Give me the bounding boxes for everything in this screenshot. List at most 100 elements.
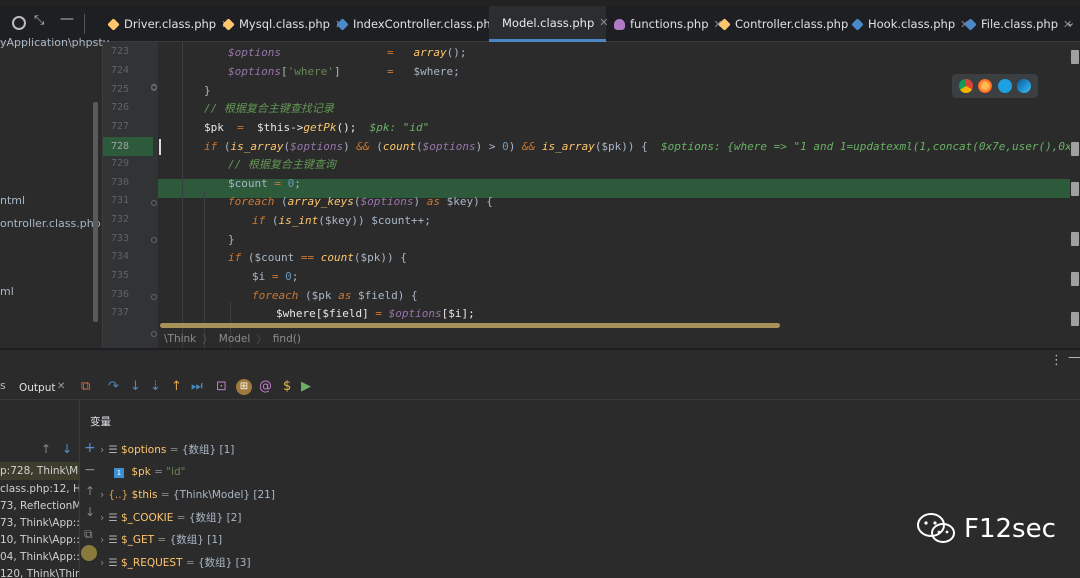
fold-icon[interactable]	[151, 85, 157, 91]
line-number[interactable]: 734	[103, 251, 153, 262]
breadcrumb-item[interactable]: find()	[273, 333, 301, 345]
tab-mysql[interactable]: Mysql.class.php✕	[215, 6, 344, 42]
scroll-marker[interactable]	[1071, 182, 1079, 196]
line-number[interactable]: 728	[103, 137, 153, 156]
down-icon[interactable]: ↓	[85, 505, 95, 519]
project-panel: yApplication\phpstu ntml ontroller.class…	[0, 36, 110, 348]
scroll-marker[interactable]	[1071, 142, 1079, 156]
horizontal-scrollbar[interactable]	[160, 323, 780, 328]
variable-row[interactable]: 1 $pk = "id"	[114, 463, 186, 481]
tab-output[interactable]: Output	[19, 382, 55, 394]
line-number[interactable]: 723	[103, 46, 153, 57]
firefox-icon[interactable]	[978, 79, 993, 93]
resume-icon[interactable]: ▶	[301, 379, 311, 394]
dollar-icon[interactable]: $	[283, 379, 291, 394]
down-arrow-icon[interactable]: ↓	[62, 442, 72, 456]
line-number[interactable]: 731	[103, 195, 153, 206]
chevron-right-icon[interactable]: ›	[100, 534, 104, 546]
variable-row[interactable]: › ☰ $_REQUEST = {数组} [3]	[100, 554, 251, 572]
frame-item[interactable]: p:728, Think\Mode	[0, 462, 79, 480]
variable-row[interactable]: › ☰ $_GET = {数组} [1]	[100, 531, 222, 549]
line-number[interactable]: 730	[103, 177, 153, 188]
project-scrollbar[interactable]	[93, 102, 98, 322]
up-icon[interactable]: ↑	[85, 484, 95, 498]
tab-indexcontroller[interactable]: IndexController.class.php✕	[329, 6, 512, 42]
tab-model[interactable]: Model.class.php ✕	[489, 6, 609, 42]
chevron-right-icon[interactable]: ›	[100, 557, 104, 569]
step-out-icon[interactable]: ↑	[171, 379, 182, 394]
run-to-cursor-icon[interactable]: ⏭	[191, 379, 203, 394]
code-line-734: if ($count == count($pk)) {	[228, 251, 407, 264]
line-number[interactable]: 725	[103, 84, 153, 95]
tab-label: IndexController.class.php	[353, 17, 498, 31]
fold-icon[interactable]	[151, 200, 157, 206]
tab-functions[interactable]: functions.php✕	[606, 6, 723, 42]
chevron-down-icon[interactable]: ⌄	[1066, 16, 1075, 29]
tab-controller[interactable]: Controller.class.php✕	[711, 6, 862, 42]
chevron-right-icon[interactable]: ›	[100, 512, 104, 524]
project-item[interactable]: ontroller.class.php	[0, 217, 101, 230]
frame-item[interactable]: 73, Think\App::in	[0, 514, 79, 532]
editor-tab-bar: ⤡ — Driver.class.php✕ Mysql.class.php✕ I…	[0, 6, 1080, 42]
code-editor[interactable]: $options = array(); $options['where'] = …	[158, 42, 1070, 348]
breadcrumb-item[interactable]: Model	[219, 333, 251, 345]
close-icon[interactable]: ✕	[57, 381, 65, 392]
settings-icon[interactable]	[81, 545, 97, 561]
variable-row[interactable]: › {..} $this = {Think\Model} [21]	[100, 486, 275, 504]
chevron-right-icon[interactable]: ›	[100, 489, 104, 501]
force-step-into-icon[interactable]: ⇣	[150, 379, 161, 394]
evaluate-icon[interactable]: ⊡	[216, 379, 227, 394]
step-into-icon[interactable]: ↓	[130, 379, 141, 394]
copy-icon[interactable]: ⧉	[84, 527, 93, 542]
line-number[interactable]: 724	[103, 65, 153, 76]
chevron-right-icon[interactable]: ›	[100, 444, 104, 456]
line-number[interactable]: 736	[103, 289, 153, 300]
step-over-icon[interactable]: ↷	[108, 379, 119, 394]
minimize-panel-icon[interactable]: —	[1068, 350, 1080, 365]
frame-item[interactable]: 10, Think\App::e	[0, 531, 79, 549]
code-line-727: $pk = $this->getPk(); $pk: "id"	[204, 121, 430, 134]
tab-hook[interactable]: Hook.class.php✕	[844, 6, 969, 42]
more-options-icon[interactable]: ⋮	[1050, 353, 1063, 368]
ie-icon[interactable]	[997, 79, 1012, 93]
scroll-marker[interactable]	[1071, 312, 1079, 326]
line-number[interactable]: 732	[103, 214, 153, 225]
frame-item[interactable]: 04, Think\App::ru	[0, 548, 79, 566]
breadcrumb-item[interactable]: \Think	[164, 333, 196, 345]
collapse-icon[interactable]: ⤡	[34, 13, 44, 28]
tab-file[interactable]: File.class.php ✕	[957, 6, 1072, 42]
frame-item[interactable]: class.php:12, Ho	[0, 480, 79, 498]
up-arrow-icon[interactable]: ↑	[41, 442, 51, 456]
minimize-icon[interactable]: —	[60, 11, 74, 27]
scroll-marker[interactable]	[1071, 50, 1079, 64]
variable-row[interactable]: › ☰ $options = {数组} [1]	[100, 441, 234, 459]
line-number[interactable]: 737	[103, 307, 153, 318]
fold-icon[interactable]	[151, 331, 157, 337]
variable-row[interactable]: › ☰ $_COOKIE = {数组} [2]	[100, 509, 241, 527]
line-number[interactable]: 726	[103, 102, 153, 113]
edge-icon[interactable]	[1017, 79, 1032, 93]
restore-layout-icon[interactable]: ⧉	[81, 379, 90, 394]
console-tab-fragment[interactable]: s	[0, 379, 6, 392]
project-item[interactable]: ml	[0, 285, 14, 298]
line-number[interactable]: 729	[103, 158, 153, 169]
code-line-729: // 根据复合主键查询	[228, 156, 336, 174]
fold-icon[interactable]	[151, 237, 157, 243]
target-icon[interactable]	[12, 16, 26, 30]
frame-item[interactable]: 120, Think\Think:	[0, 565, 79, 578]
add-icon[interactable]: +	[84, 440, 96, 456]
line-number[interactable]: 727	[103, 121, 153, 132]
tab-driver[interactable]: Driver.class.php✕	[100, 6, 230, 42]
chrome-icon[interactable]	[958, 79, 973, 93]
fold-icon[interactable]	[151, 294, 157, 300]
line-number[interactable]: 733	[103, 233, 153, 244]
scroll-marker[interactable]	[1071, 232, 1079, 246]
remove-icon[interactable]: −	[84, 462, 96, 478]
frames-icon[interactable]: ⊞	[236, 379, 252, 395]
variable-value: {数组} [1]	[181, 444, 235, 456]
line-number[interactable]: 735	[103, 270, 153, 281]
frame-item[interactable]: 73, ReflectionMe	[0, 497, 79, 515]
watch-icon[interactable]: @	[259, 379, 272, 394]
scroll-marker[interactable]	[1071, 272, 1079, 286]
project-item[interactable]: ntml	[0, 194, 25, 207]
